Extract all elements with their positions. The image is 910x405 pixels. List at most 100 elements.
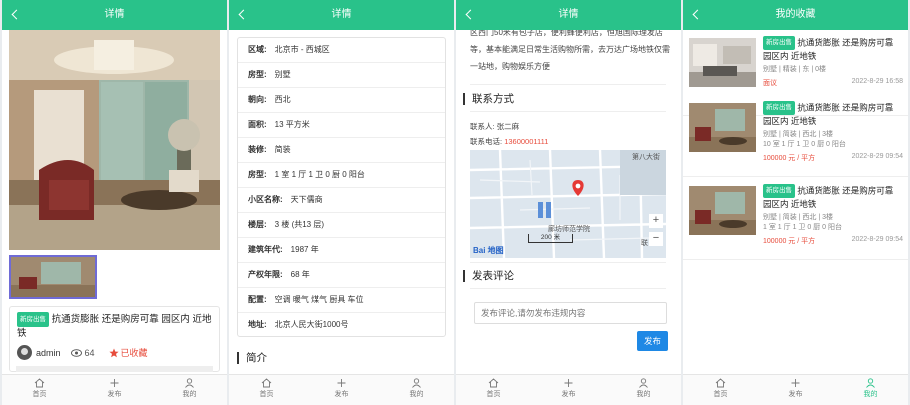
- attribute-row: 产权年限: 68 年: [238, 263, 445, 288]
- room-photo-icon: [689, 38, 756, 87]
- listing-title: 新房出售 抗通货膨胀 还是购房可靠 园区内 近地铁: [17, 312, 212, 340]
- detail-screen-contact: 详情 区西门50米有包子店，便利蜂便利店，恒旭国际理发店等，基本能满足日常生活购…: [456, 0, 681, 405]
- attribute-row: 房型: 1 室 1 厅 1 卫 0 厨 0 阳台: [238, 163, 445, 188]
- attribute-value: 别墅: [274, 70, 291, 79]
- tab-home[interactable]: 首页: [2, 375, 77, 405]
- map-brand-logo: Bai 地图: [473, 246, 504, 255]
- card-shadow-band: [16, 366, 213, 372]
- attribute-row: 楼层: 3 楼 (共13 层): [238, 213, 445, 238]
- home-icon: [715, 378, 726, 388]
- header-title: 详情: [558, 9, 579, 20]
- tab-home[interactable]: 首页: [683, 375, 758, 405]
- living-room-photo-icon: [9, 30, 220, 250]
- attribute-value: 北京市 - 西城区: [274, 45, 330, 54]
- favorite-button[interactable]: 已收藏: [108, 346, 148, 359]
- plus-icon: [791, 379, 800, 387]
- attribute-value: 13 平方米: [274, 120, 310, 129]
- favorite-price: 100000 元 / 平方: [763, 238, 816, 245]
- listing-tag-badge: 新房出售: [17, 312, 49, 327]
- attribute-label: 面积:: [248, 120, 267, 129]
- tab-publish-label: 发布: [561, 391, 576, 398]
- home-icon: [488, 378, 499, 388]
- attribute-label: 房型:: [248, 70, 267, 79]
- favorite-list-item[interactable]: 新房出售 抗通货膨胀 还是购房可靠 园区内 近地铁 别墅 | 简装 | 西北 |…: [683, 178, 908, 260]
- favorite-thumbnail[interactable]: [689, 103, 756, 152]
- back-arrow-icon[interactable]: [235, 0, 251, 30]
- user-icon: [639, 378, 648, 388]
- contact-phone: 联系电话: 13600001111: [470, 136, 548, 147]
- location-map[interactable]: 第八大街 廊坊师范学院 联 + − 200 米 Bai 地图: [470, 150, 666, 258]
- avatar[interactable]: [17, 345, 32, 360]
- tab-mine[interactable]: 我的: [606, 375, 681, 405]
- comment-input[interactable]: [474, 302, 667, 324]
- submit-comment-button[interactable]: 发布: [637, 331, 668, 351]
- bottom-tab-bar: 首页 发布 我的: [683, 374, 908, 405]
- attribute-row: 小区名称: 天下儒商: [238, 188, 445, 213]
- contact-person: 联系人: 张二麻: [470, 121, 519, 132]
- favorites-screen: 我的收藏 新房出售 抗通货膨胀 还是购房可靠 园区内 近地铁 别墅 | 精装 |…: [683, 0, 908, 405]
- favorite-thumbnail[interactable]: [689, 38, 756, 87]
- detail-screen-attributes: 详情 区域: 北京市 - 西城区 房型: 别墅 朝向: 西北 面积: 13 平方米 装修…: [229, 0, 454, 405]
- back-arrow-icon[interactable]: [689, 0, 705, 30]
- tab-publish-label: 发布: [107, 391, 122, 398]
- tab-publish-label: 发布: [334, 391, 349, 398]
- contact-phone-label: 联系电话:: [470, 137, 503, 146]
- tab-mine[interactable]: 我的: [833, 375, 908, 405]
- favorite-thumbnail[interactable]: [689, 186, 756, 235]
- listing-meta-row: admin 64 已收藏: [17, 345, 212, 360]
- back-arrow-icon[interactable]: [462, 0, 478, 30]
- attribute-label: 朝向:: [248, 95, 267, 104]
- favorite-price-row: 面议 2022-8-29 16:58: [763, 78, 903, 88]
- tab-mine[interactable]: 我的: [152, 375, 227, 405]
- attribute-row: 装修: 简装: [238, 138, 445, 163]
- attribute-value: 68 年: [290, 270, 310, 279]
- author-name[interactable]: admin: [36, 348, 61, 358]
- back-arrow-icon[interactable]: [8, 0, 24, 30]
- favorite-date: 2022-8-29 09:54: [851, 236, 903, 243]
- user-icon: [412, 378, 421, 388]
- attribute-label: 小区名称:: [248, 195, 283, 204]
- attribute-value: 北京人民大街1000号: [274, 320, 349, 329]
- photo-thumbnail-selected[interactable]: [9, 255, 97, 299]
- tab-publish[interactable]: 发布: [531, 375, 606, 405]
- attribute-row: 朝向: 西北: [238, 88, 445, 113]
- favorite-price-row: 100000 元 / 平方 2022-8-29 09:54: [763, 236, 903, 246]
- attribute-label: 房型:: [248, 170, 267, 179]
- user-icon: [185, 378, 194, 388]
- tab-home-label: 首页: [32, 391, 47, 398]
- view-count-value: 64: [84, 347, 95, 358]
- favorite-price-row: 100000 元 / 平方 2022-8-29 09:54: [763, 153, 903, 163]
- tab-mine[interactable]: 我的: [379, 375, 454, 405]
- contact-phone-link[interactable]: 13600001111: [504, 137, 548, 146]
- attribute-row: 区域: 北京市 - 西城区: [238, 38, 445, 63]
- map-zoom-out-button[interactable]: −: [649, 232, 663, 246]
- attribute-value: 1 室 1 厅 1 卫 0 厨 0 阳台: [274, 170, 365, 179]
- divider: [470, 111, 666, 112]
- tab-publish[interactable]: 发布: [758, 375, 833, 405]
- attribute-value: 3 楼 (共13 层): [274, 220, 325, 229]
- favorite-title: 新房出售 抗通货膨胀 还是购房可靠 园区内 近地铁: [763, 36, 903, 62]
- tab-publish[interactable]: 发布: [77, 375, 152, 405]
- favorite-list-item[interactable]: 新房出售 抗通货膨胀 还是购房可靠 园区内 近地铁 别墅 | 简装 | 西北 |…: [683, 95, 908, 177]
- eye-icon: [70, 348, 82, 357]
- tab-mine-label: 我的: [863, 391, 878, 398]
- attribute-value: 1987 年: [290, 245, 319, 254]
- divider: [470, 84, 666, 85]
- attribute-row: 配置: 空调 暖气 煤气 厨具 车位: [238, 288, 445, 313]
- contact-heading: 联系方式: [463, 93, 514, 105]
- favorite-text: 新房出售 抗通货膨胀 还是购房可靠 园区内 近地铁 别墅 | 精装 | 东 | …: [763, 36, 903, 88]
- tab-publish[interactable]: 发布: [304, 375, 379, 405]
- room-photo-icon: [689, 103, 756, 152]
- map-zoom-in-button[interactable]: +: [649, 214, 663, 228]
- favorite-spec: 别墅 | 精装 | 东 | 0楼: [763, 66, 827, 73]
- intro-heading: 简介: [237, 352, 267, 364]
- map-label-place: 廊坊师范学院: [548, 226, 590, 233]
- tab-mine-label: 我的: [182, 391, 197, 398]
- tab-mine-label: 我的: [409, 391, 424, 398]
- plus-icon: [564, 379, 573, 387]
- listing-main-photo[interactable]: [9, 30, 220, 250]
- tab-home[interactable]: 首页: [456, 375, 531, 405]
- user-icon: [866, 378, 875, 388]
- attribute-row: 建筑年代: 1987 年: [238, 238, 445, 263]
- tab-home[interactable]: 首页: [229, 375, 304, 405]
